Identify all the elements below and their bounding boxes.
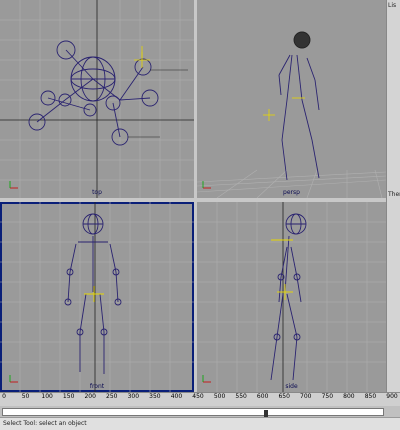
timeline-tick: 50	[21, 393, 30, 400]
viewport-persp[interactable]: persp	[197, 0, 386, 198]
timeline-tick: 700	[300, 393, 312, 400]
time-slider-track[interactable]	[2, 408, 384, 418]
viewport-label-side: side	[285, 383, 298, 390]
viewport-label-top: top	[92, 189, 102, 196]
time-slider[interactable]	[0, 406, 400, 418]
timeline-tick: 450	[192, 393, 204, 400]
top-view-scene	[0, 0, 194, 198]
help-line: Select Tool: select an object	[0, 417, 400, 430]
timeline-tick: 600	[256, 393, 269, 400]
timeline-tick: 550	[235, 393, 247, 400]
timeline-tick: 650	[278, 393, 290, 400]
timeline-tick: 0	[2, 393, 6, 400]
viewport-front[interactable]: front	[0, 202, 194, 392]
viewport-label-front: front	[89, 383, 105, 390]
timeline-tick: 900	[386, 393, 398, 400]
timeline-tick: 100	[41, 393, 53, 400]
timeline-tick: 400	[170, 393, 183, 400]
side-view-scene	[197, 202, 386, 392]
side-panel: Lis There	[386, 0, 400, 392]
timeline-tick: 750	[321, 393, 334, 400]
timeline-tick: 150	[62, 393, 75, 400]
side-panel-there-text: There	[388, 191, 400, 198]
persp-view-scene	[197, 31, 386, 198]
timeline-tick: 300	[127, 393, 140, 400]
timeline-tick: 500	[213, 393, 226, 400]
timeline-tick: 350	[149, 393, 161, 400]
viewport-top[interactable]: top	[0, 0, 194, 198]
timeline-tick: 800	[343, 393, 355, 400]
timeline-ruler[interactable]: 0 50 100 150 200 250 300 350 400 450 500 550 600 650 7…	[0, 392, 400, 407]
front-view-scene	[0, 202, 194, 392]
viewport-label-persp: persp	[283, 189, 300, 196]
viewport-side[interactable]: side	[197, 202, 386, 392]
timeline-tick: 850	[364, 393, 377, 400]
timeline-tick: 200	[84, 393, 96, 400]
timeline-tick: 250	[106, 393, 118, 400]
side-panel-list-tab[interactable]: Lis	[387, 0, 400, 9]
